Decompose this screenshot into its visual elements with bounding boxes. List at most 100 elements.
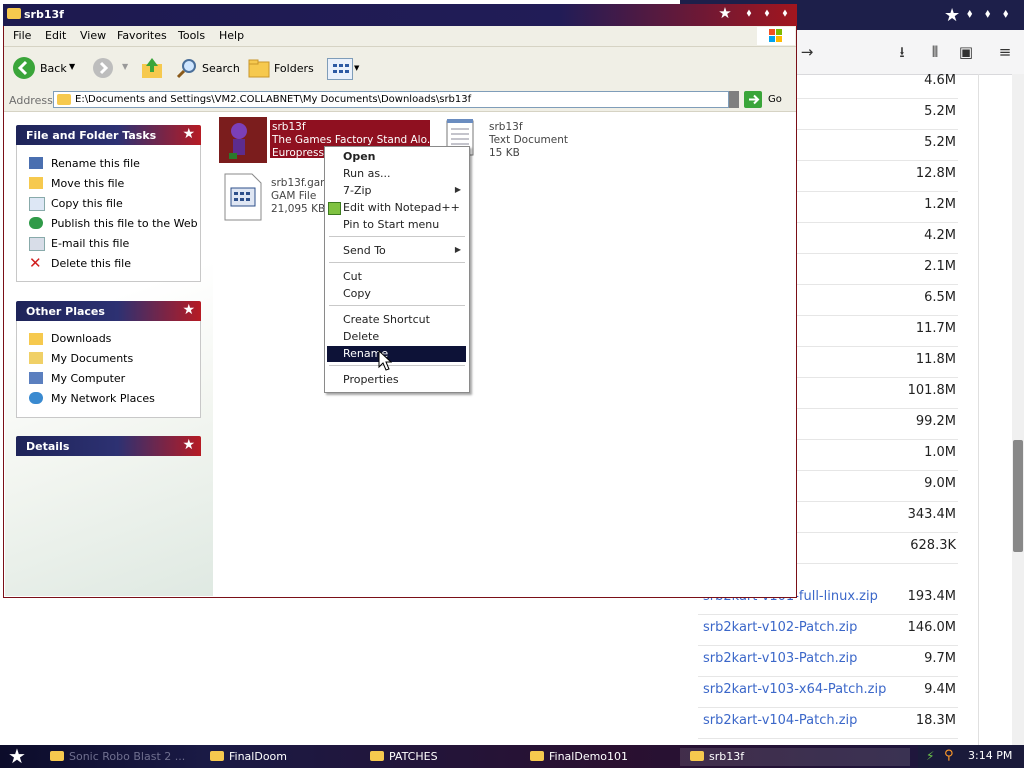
views-button[interactable] xyxy=(327,58,353,80)
views-dropdown-icon[interactable]: ▼ xyxy=(354,64,359,72)
maximize-icon[interactable]: ⬧ xyxy=(985,6,990,21)
menu-tools[interactable]: Tools xyxy=(178,29,205,42)
task-copy[interactable]: Copy this file xyxy=(51,197,123,210)
file-name[interactable]: srb13f xyxy=(272,121,306,134)
browser-scroll-thumb[interactable] xyxy=(1013,440,1023,552)
file-name[interactable]: srb13f.gam xyxy=(271,177,330,190)
place-my-network[interactable]: My Network Places xyxy=(51,392,155,405)
address-dropdown-button[interactable] xyxy=(729,91,739,108)
expand-icon[interactable]: ★ xyxy=(182,437,195,453)
collapse-icon[interactable]: ★ xyxy=(182,302,195,318)
back-arrow-icon xyxy=(13,57,35,79)
file-tasks-header[interactable]: File and Folder Tasks ★ xyxy=(16,125,201,145)
file-size: 4.6M xyxy=(924,73,956,88)
minimize-icon[interactable]: ⬧ xyxy=(967,6,972,21)
task-publish[interactable]: Publish this file to the Web xyxy=(51,217,198,230)
browser-scrollbar[interactable] xyxy=(1012,74,1024,745)
file-size: 11.7M xyxy=(915,321,956,336)
taskbar-item-srb13f[interactable]: srb13f xyxy=(680,748,910,766)
maximize-icon[interactable]: ⬧ xyxy=(760,6,774,20)
up-folder-button[interactable] xyxy=(140,56,164,83)
forward-button[interactable] xyxy=(92,57,114,82)
menu-bar: File Edit View Favorites Tools Help xyxy=(4,26,796,47)
folder-icon xyxy=(690,751,704,761)
menu-icon[interactable]: ≡ xyxy=(995,42,1015,62)
search-label[interactable]: Search xyxy=(202,62,240,75)
file-srb13f-exe[interactable] xyxy=(219,117,267,163)
menu-favorites[interactable]: Favorites xyxy=(117,29,167,42)
download-icon[interactable]: ⭳ xyxy=(892,42,912,62)
menu-item-copy[interactable]: Copy xyxy=(343,287,371,300)
collapse-icon[interactable]: ★ xyxy=(182,126,195,142)
file-srb13f-gam[interactable] xyxy=(222,172,264,225)
folders-button[interactable] xyxy=(247,57,271,82)
start-star-icon[interactable]: ★ xyxy=(8,744,26,768)
file-size: 5.2M xyxy=(924,104,956,119)
file-type: GAM File xyxy=(271,190,317,202)
star-icon: ★ xyxy=(718,4,732,22)
address-label: Address xyxy=(9,94,53,107)
menu-file[interactable]: File xyxy=(13,29,31,42)
menu-item-open[interactable]: Open xyxy=(343,150,376,163)
other-places-header[interactable]: Other Places ★ xyxy=(16,301,201,321)
network-tray-icon[interactable]: ⚡ xyxy=(926,749,934,763)
task-delete[interactable]: Delete this file xyxy=(51,257,131,270)
file-list-row: srb2kart-v104-Patch.zip 18.3M xyxy=(698,707,958,739)
menu-item-edit-notepad[interactable]: Edit with Notepad++ xyxy=(343,201,460,214)
taskbar-item-label: PATCHES xyxy=(389,750,438,763)
task-rename[interactable]: Rename this file xyxy=(51,157,140,170)
file-name[interactable]: srb13f xyxy=(489,121,523,134)
menu-item-create-shortcut[interactable]: Create Shortcut xyxy=(343,313,430,326)
file-link[interactable]: srb2kart-v103-x64-Patch.zip xyxy=(703,682,886,697)
place-downloads[interactable]: Downloads xyxy=(51,332,111,345)
taskbar-item-patches[interactable]: PATCHES xyxy=(370,748,438,766)
file-list-row: srb2kart-v102-Patch.zip 146.0M xyxy=(698,614,958,646)
file-size: 1.2M xyxy=(924,197,956,212)
menu-help[interactable]: Help xyxy=(219,29,244,42)
file-link[interactable]: srb2kart-v103-Patch.zip xyxy=(703,651,857,666)
task-email[interactable]: E-mail this file xyxy=(51,237,129,250)
search-button[interactable] xyxy=(175,56,199,83)
menu-item-cut[interactable]: Cut xyxy=(343,270,362,283)
menu-view[interactable]: View xyxy=(80,29,106,42)
folder-icon xyxy=(370,751,384,761)
library-icon[interactable]: ⫴ xyxy=(925,42,945,62)
go-label[interactable]: Go xyxy=(768,94,782,105)
back-label[interactable]: Back xyxy=(40,62,67,75)
menu-item-run-as[interactable]: Run as... xyxy=(343,167,391,180)
search-tray-icon[interactable]: ⚲ xyxy=(944,748,954,763)
sidebar-icon[interactable]: ▣ xyxy=(956,42,976,62)
explorer-titlebar[interactable] xyxy=(3,4,797,26)
clock: 3:14 PM xyxy=(968,749,1013,762)
taskbar-item-srb2[interactable]: Sonic Robo Blast 2 ... xyxy=(50,748,185,766)
close-icon[interactable]: ⬧ xyxy=(1003,6,1008,21)
place-my-documents[interactable]: My Documents xyxy=(51,352,133,365)
menu-separator xyxy=(329,262,465,263)
file-link[interactable]: srb2kart-v102-Patch.zip xyxy=(703,620,857,635)
file-size: 12.8M xyxy=(915,166,956,181)
folders-label[interactable]: Folders xyxy=(274,62,314,75)
back-dropdown-icon[interactable]: ▼ xyxy=(69,62,75,71)
address-path[interactable]: E:\Documents and Settings\VM2.COLLABNET\… xyxy=(75,94,471,105)
views-icon xyxy=(333,64,349,73)
menu-item-delete[interactable]: Delete xyxy=(343,330,379,343)
close-icon[interactable]: ⬧ xyxy=(778,6,792,20)
forward-arrow-icon xyxy=(93,58,113,78)
taskbar-item-finaldemo[interactable]: FinalDemo101 xyxy=(530,748,628,766)
details-header[interactable]: Details ★ xyxy=(16,436,201,456)
task-move[interactable]: Move this file xyxy=(51,177,124,190)
menu-item-send-to[interactable]: Send To xyxy=(343,244,386,257)
forward-icon[interactable]: → xyxy=(797,42,817,62)
file-link[interactable]: srb2kart-v104-Patch.zip xyxy=(703,713,857,728)
minimize-icon[interactable]: ⬧ xyxy=(742,6,756,20)
menu-separator xyxy=(329,365,465,366)
file-size: 5.2M xyxy=(924,135,956,150)
forward-dropdown-icon[interactable]: ▼ xyxy=(122,62,128,71)
taskbar-item-finaldoom[interactable]: FinalDoom xyxy=(210,748,287,766)
menu-item-7zip[interactable]: 7-Zip xyxy=(343,184,372,197)
menu-edit[interactable]: Edit xyxy=(45,29,66,42)
network-icon xyxy=(29,392,43,404)
menu-item-pin-start[interactable]: Pin to Start menu xyxy=(343,218,439,231)
place-my-computer[interactable]: My Computer xyxy=(51,372,125,385)
back-button[interactable] xyxy=(12,56,36,83)
